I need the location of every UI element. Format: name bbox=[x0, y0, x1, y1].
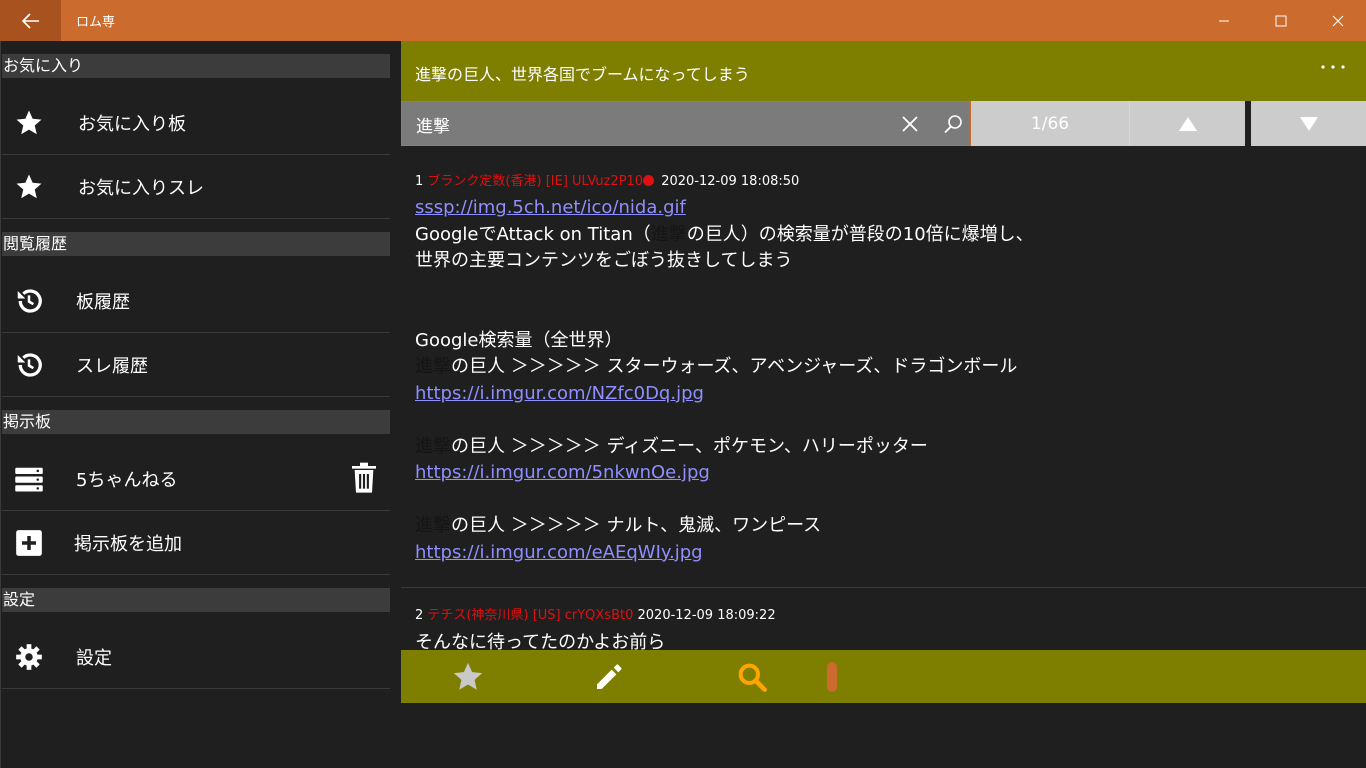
sidebar-item-thread-history[interactable]: スレ履歴 bbox=[2, 333, 390, 397]
star-icon bbox=[453, 662, 483, 690]
post-divider bbox=[401, 587, 1366, 588]
text: の巨人 ＞＞＞＞＞ ディズニー、ポケモン、ハリーポッター bbox=[451, 435, 928, 457]
thread-title: 進撃の巨人、世界各国でブームになってしまう bbox=[415, 65, 750, 84]
sidebar-item-board-history[interactable]: 板履歴 bbox=[2, 269, 390, 333]
sidebar-item-5ch[interactable]: 5ちゃんねる bbox=[2, 447, 390, 511]
post-link[interactable]: sssp://img.5ch.net/ico/nida.gif bbox=[415, 195, 1345, 222]
triangle-up-icon bbox=[1178, 116, 1197, 131]
post-body: そんなに待ってたのかよお前ら bbox=[415, 632, 666, 650]
post-author[interactable]: テチス(神奈川県) [US] crYQXsBt0 bbox=[427, 608, 633, 623]
text: の巨人 ＞＞＞＞＞ ナルト、鬼滅、ワンピース bbox=[451, 515, 822, 536]
close-icon bbox=[1332, 15, 1343, 26]
app-title: ロム専 bbox=[76, 15, 116, 30]
text: GoogleでAttack on Titan（ bbox=[415, 223, 651, 245]
star-icon bbox=[14, 108, 44, 138]
post-link[interactable]: https://i.imgur.com/NZfc0Dq.jpg bbox=[415, 381, 1345, 408]
sidebar-item-label: スレ履歴 bbox=[76, 355, 148, 377]
post-line: GoogleでAttack on Titan（進撃の巨人）の検索量が普段の10倍… bbox=[415, 222, 1345, 249]
search-highlight: 進撃 bbox=[415, 435, 451, 457]
post-number[interactable]: 2 bbox=[415, 608, 423, 623]
post-line: 世界の主要コンテンツをごぼう抜きしてしまう bbox=[415, 250, 793, 271]
search-input[interactable] bbox=[416, 114, 876, 134]
post-meta: 1 ブランク定数(香港) [IE] ULVuz2P10 2020-12-09 1… bbox=[415, 170, 799, 189]
sidebar-item-favorite-boards[interactable]: お気に入り板 bbox=[2, 91, 390, 155]
add-box-icon bbox=[14, 528, 44, 558]
post-date: 2020-12-09 18:09:22 bbox=[637, 608, 776, 623]
post-list: 1 ブランク定数(香港) [IE] ULVuz2P10 2020-12-09 1… bbox=[401, 146, 1366, 650]
section-header-history: 閲覧履歴 bbox=[2, 232, 390, 256]
post-number[interactable]: 1 bbox=[415, 174, 423, 189]
search-highlight: 進撃 bbox=[415, 515, 451, 536]
sidebar-item-label: 掲示板を追加 bbox=[74, 533, 182, 555]
post-meta: 2 テチス(神奈川県) [US] crYQXsBt0 2020-12-09 18… bbox=[415, 604, 776, 623]
minimize-button[interactable] bbox=[1195, 0, 1252, 41]
post-line: 進撃の巨人 ＞＞＞＞＞ スターウォーズ、アベンジャーズ、ドラゴンボール bbox=[415, 354, 1345, 381]
section-header-favorites: お気に入り bbox=[2, 54, 390, 78]
search-highlight: 進撃 bbox=[415, 356, 451, 377]
history-icon bbox=[14, 350, 44, 380]
title-bar: ロム専 bbox=[0, 0, 1366, 41]
post-author[interactable]: ブランク定数(香港) [IE] ULVuz2P10 bbox=[427, 174, 643, 189]
minimize-icon bbox=[1218, 20, 1229, 21]
star-icon bbox=[14, 172, 44, 202]
gear-icon bbox=[14, 642, 44, 672]
previous-match-button[interactable] bbox=[1129, 101, 1245, 146]
maximize-button[interactable] bbox=[1252, 0, 1309, 41]
more-icon[interactable] bbox=[1320, 57, 1346, 77]
sidebar: お気に入り お気に入り板 お気に入りスレ 閲覧履歴 板履歴 スレ履歴 掲示板 5… bbox=[0, 41, 401, 768]
post-line: 進撃の巨人 ＞＞＞＞＞ ナルト、鬼滅、ワンピース bbox=[415, 513, 1345, 540]
post-date: 2020-12-09 18:08:50 bbox=[661, 174, 800, 189]
search-icon bbox=[738, 663, 767, 692]
search-highlight: 進撃 bbox=[650, 223, 687, 245]
sidebar-item-add-board[interactable]: 掲示板を追加 bbox=[2, 511, 390, 575]
section-header-settings: 設定 bbox=[2, 588, 390, 612]
next-match-button[interactable] bbox=[1251, 101, 1366, 146]
section-header-boards: 掲示板 bbox=[2, 410, 390, 434]
post-body: sssp://img.5ch.net/ico/nida.gif GoogleでA… bbox=[415, 195, 1345, 566]
trash-icon[interactable] bbox=[350, 462, 380, 496]
thread-view: 進撃の巨人、世界各国でブームになってしまう 1/66 1 ブランク定数(香港) bbox=[401, 41, 1366, 768]
thread-header: 進撃の巨人、世界各国でブームになってしまう bbox=[401, 41, 1366, 101]
favorite-button[interactable] bbox=[451, 660, 485, 694]
search-icon[interactable] bbox=[942, 113, 964, 135]
sidebar-item-label: お気に入り板 bbox=[78, 113, 186, 135]
triangle-down-icon bbox=[1299, 116, 1318, 131]
sidebar-item-label: 5ちゃんねる bbox=[76, 469, 178, 491]
pencil-icon bbox=[597, 664, 622, 689]
scroll-handle[interactable] bbox=[827, 662, 837, 692]
maximize-icon bbox=[1275, 15, 1286, 26]
text: の巨人 ＞＞＞＞＞ スターウォーズ、アベンジャーズ、ドラゴンボール bbox=[451, 356, 1018, 377]
post-line: Google検索量（全世界） bbox=[415, 329, 623, 351]
search-toggle-button[interactable] bbox=[735, 660, 769, 694]
match-counter: 1/66 bbox=[971, 101, 1129, 146]
sidebar-item-label: お気に入りスレ bbox=[78, 177, 204, 199]
write-button[interactable] bbox=[592, 660, 626, 694]
clear-icon[interactable] bbox=[900, 114, 920, 134]
history-icon bbox=[14, 286, 44, 316]
arrow-left-icon bbox=[21, 12, 39, 29]
post-line: 進撃の巨人 ＞＞＞＞＞ ディズニー、ポケモン、ハリーポッター bbox=[415, 434, 1345, 461]
search-box bbox=[401, 101, 971, 146]
back-button[interactable] bbox=[0, 0, 61, 41]
post-link[interactable]: https://i.imgur.com/5nkwnOe.jpg bbox=[415, 460, 1345, 487]
sidebar-item-favorite-threads[interactable]: お気に入りスレ bbox=[2, 155, 390, 219]
server-icon bbox=[14, 464, 44, 494]
close-button[interactable] bbox=[1309, 0, 1366, 41]
bottom-app-bar bbox=[401, 650, 1366, 703]
sidebar-item-settings[interactable]: 設定 bbox=[2, 625, 390, 689]
sidebar-item-label: 設定 bbox=[76, 647, 112, 669]
text: の巨人）の検索量が普段の10倍に爆増し、 bbox=[686, 223, 1034, 245]
post-link[interactable]: https://i.imgur.com/eAEqWIy.jpg bbox=[415, 540, 1345, 567]
search-row: 1/66 bbox=[401, 101, 1366, 146]
status-dot-icon bbox=[643, 175, 655, 186]
sidebar-item-label: 板履歴 bbox=[76, 291, 130, 313]
